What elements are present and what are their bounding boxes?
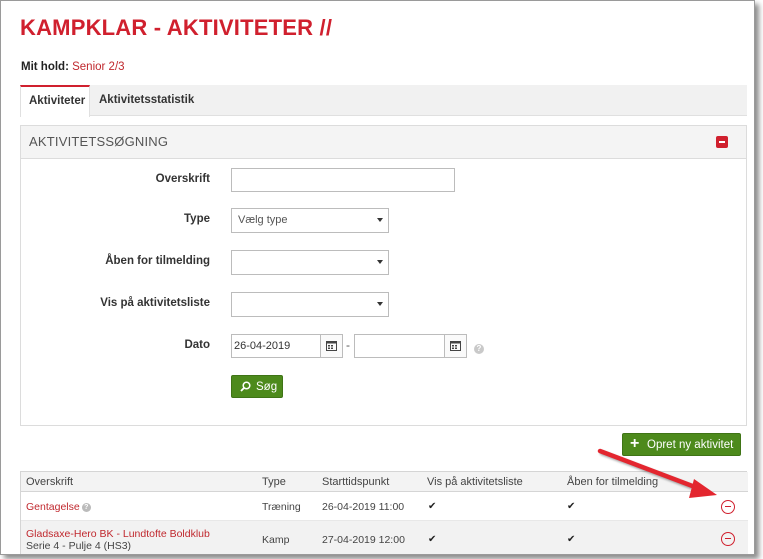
calendar-icon[interactable] bbox=[444, 335, 466, 357]
date-to-input[interactable] bbox=[354, 334, 467, 358]
remove-circle-icon[interactable] bbox=[721, 500, 735, 514]
collapse-icon[interactable] bbox=[716, 136, 728, 148]
vis-checkmark-icon: ✔ bbox=[428, 501, 437, 512]
search-button[interactable]: Søg bbox=[231, 375, 283, 398]
search-panel-title: AKTIVITETSSØGNING bbox=[29, 134, 169, 149]
activity-title-link[interactable]: Gentagelse? bbox=[26, 501, 91, 513]
type-select[interactable]: Vælg type bbox=[231, 208, 389, 233]
chevron-down-icon bbox=[377, 260, 383, 264]
activity-start: 26-04-2019 11:00 bbox=[322, 501, 405, 513]
chevron-down-icon bbox=[377, 302, 383, 306]
chevron-down-icon bbox=[377, 218, 383, 222]
help-icon[interactable]: ? bbox=[81, 503, 91, 512]
aaben-select[interactable] bbox=[231, 250, 389, 275]
aaben-checkmark-icon: ✔ bbox=[567, 534, 576, 545]
aaben-checkmark-icon: ✔ bbox=[567, 501, 576, 512]
date-from-input[interactable]: 26-04-2019 bbox=[231, 334, 343, 358]
activity-start: 27-04-2019 12:00 bbox=[322, 534, 405, 546]
create-activity-button[interactable]: + Opret ny aktivitet bbox=[622, 433, 741, 456]
vis-select[interactable] bbox=[231, 292, 389, 317]
activity-type: Træning bbox=[262, 501, 301, 513]
table-row[interactable]: Gentagelse? Træning 26-04-2019 11:00 ✔ ✔ bbox=[21, 492, 748, 521]
app-window: KAMPKLAR - AKTIVITETER // Mit hold: Seni… bbox=[0, 0, 755, 555]
col-overskrift[interactable]: Overskrift bbox=[26, 476, 73, 488]
table-header: Overskrift Type Starttidspunkt Vis på ak… bbox=[21, 472, 748, 492]
activity-subtitle: Serie 4 - Pulje 4 (HS3) bbox=[26, 540, 132, 552]
col-type[interactable]: Type bbox=[262, 476, 286, 488]
col-vis[interactable]: Vis på aktivitetsliste bbox=[427, 476, 523, 488]
activity-title-link[interactable]: Gladsaxe-Hero BK - Lundtofte Boldklub bbox=[26, 528, 210, 540]
activity-title: Gentagelse bbox=[26, 501, 80, 513]
tab-bar: Aktiviteter Aktivitetsstatistik bbox=[20, 85, 747, 117]
tab-aktivitetsstatistik[interactable]: Aktivitetsstatistik bbox=[91, 85, 201, 116]
calendar-icon[interactable] bbox=[320, 335, 342, 357]
vis-label: Vis på aktivitetsliste bbox=[100, 297, 210, 309]
col-aaben[interactable]: Åben for tilmelding bbox=[567, 476, 658, 488]
search-panel-header[interactable]: AKTIVITETSSØGNING bbox=[21, 126, 746, 159]
overskrift-label: Overskrift bbox=[155, 173, 210, 185]
col-start[interactable]: Starttidspunkt bbox=[322, 476, 389, 488]
team-link[interactable]: Senior 2/3 bbox=[72, 61, 124, 73]
plus-icon: + bbox=[630, 435, 640, 452]
overskrift-input[interactable] bbox=[231, 168, 455, 192]
activity-type: Kamp bbox=[262, 534, 290, 546]
search-panel: AKTIVITETSSØGNING Overskrift Type Vælg t… bbox=[20, 125, 747, 426]
type-label: Type bbox=[184, 213, 210, 225]
create-activity-label: Opret ny aktivitet bbox=[647, 439, 734, 451]
table-row[interactable]: Gladsaxe-Hero BK - Lundtofte Boldklub Se… bbox=[21, 521, 748, 554]
search-icon bbox=[240, 381, 251, 392]
team-line: Mit hold: Senior 2/3 bbox=[21, 61, 125, 73]
aaben-label: Åben for tilmelding bbox=[105, 255, 210, 267]
team-label: Mit hold: bbox=[21, 61, 69, 73]
help-icon[interactable]: ? bbox=[474, 344, 484, 354]
date-from-value: 26-04-2019 bbox=[234, 340, 291, 352]
vis-checkmark-icon: ✔ bbox=[428, 534, 437, 545]
remove-circle-icon[interactable] bbox=[721, 532, 735, 546]
page-title: KAMPKLAR - AKTIVITETER // bbox=[20, 15, 333, 40]
activities-table: Overskrift Type Starttidspunkt Vis på ak… bbox=[20, 471, 748, 554]
date-separator: - bbox=[346, 338, 350, 352]
type-select-value: Vælg type bbox=[238, 214, 288, 226]
tab-aktiviteter[interactable]: Aktiviteter bbox=[20, 85, 90, 117]
dato-label: Dato bbox=[184, 339, 210, 351]
search-button-label: Søg bbox=[256, 381, 278, 393]
